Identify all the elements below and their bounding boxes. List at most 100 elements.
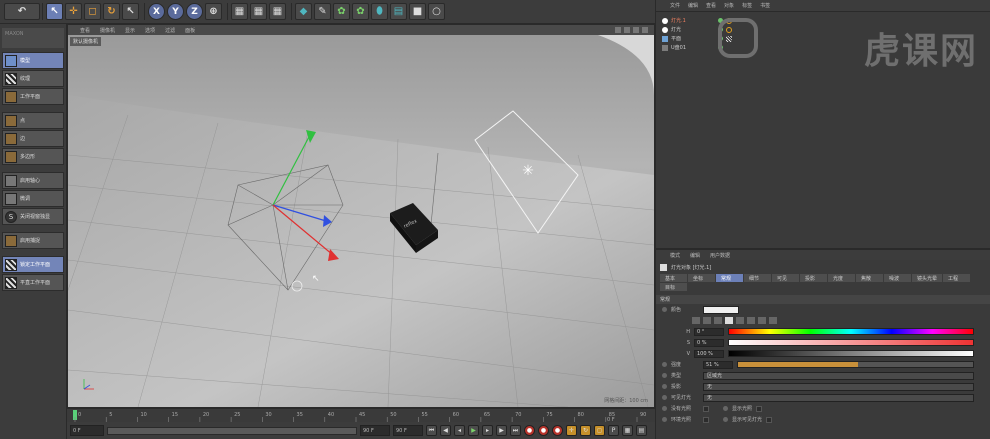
record-icon[interactable]: ● xyxy=(524,425,535,436)
tab-basic[interactable]: 基本 xyxy=(660,274,687,282)
type-dropdown[interactable]: 区域光 xyxy=(703,371,974,380)
animate-dot[interactable] xyxy=(662,307,667,312)
no-illumination-checkbox[interactable] xyxy=(703,405,709,412)
pla-key-icon[interactable]: ▦ xyxy=(622,425,633,436)
om-menu-objects[interactable]: 对象 xyxy=(724,2,734,9)
timeline-options-icon[interactable]: ▤ xyxy=(636,425,647,436)
viewport-menu-view[interactable]: 查看 xyxy=(80,27,90,34)
tab-shadow[interactable]: 投影 xyxy=(800,274,827,282)
viewport-menu-filter[interactable]: 过滤 xyxy=(165,27,175,34)
tweak-button[interactable]: 微调 xyxy=(2,190,64,207)
light-bulb-icon[interactable]: ○ xyxy=(428,3,445,20)
live-select-icon[interactable]: ↖ xyxy=(122,3,139,20)
undo-icon[interactable]: ↶ xyxy=(4,3,40,20)
value-slider[interactable] xyxy=(728,350,974,357)
om-menu-edit[interactable]: 编辑 xyxy=(688,2,698,9)
om-menu-file[interactable]: 文件 xyxy=(670,2,680,9)
om-menu-bookmarks[interactable]: 书签 xyxy=(760,2,770,9)
planar-workplane-button[interactable]: 平直工作平面 xyxy=(2,274,64,291)
animate-dot[interactable] xyxy=(723,417,728,422)
visible-light-dropdown[interactable]: 无 xyxy=(703,393,974,402)
pan-icon[interactable] xyxy=(615,27,621,33)
show-visible-light-checkbox[interactable] xyxy=(766,416,773,423)
om-menu-view[interactable]: 查看 xyxy=(706,2,716,9)
orbit-icon[interactable] xyxy=(633,27,639,33)
tab-caustics[interactable]: 焦散 xyxy=(856,274,883,282)
section-general[interactable]: 常规 xyxy=(656,295,990,304)
spectrum-icon[interactable] xyxy=(703,317,711,324)
tab-visibility[interactable]: 可见 xyxy=(772,274,799,282)
tab-coord[interactable]: 坐标 xyxy=(688,274,715,282)
param-key-icon[interactable]: P xyxy=(608,425,619,436)
viewport-menu-options[interactable]: 选项 xyxy=(145,27,155,34)
hue-slider[interactable] xyxy=(728,328,974,335)
rotate-tool-icon[interactable]: ↻ xyxy=(103,3,120,20)
am-menu-userdata[interactable]: 用户数据 xyxy=(710,252,730,259)
move-tool-icon[interactable]: ✛ xyxy=(65,3,82,20)
animate-dot[interactable] xyxy=(662,406,667,411)
animate-dot[interactable] xyxy=(662,373,667,378)
tab-noise[interactable]: 噪波 xyxy=(884,274,911,282)
mode-workplane-button[interactable]: 工作平面 xyxy=(2,88,64,105)
autokey-icon[interactable]: ● xyxy=(538,425,549,436)
color-wheel-icon[interactable] xyxy=(692,317,700,324)
cube-primitive-icon[interactable]: ◆ xyxy=(295,3,312,20)
shadow-dropdown[interactable]: 无 xyxy=(703,382,974,391)
show-illumination-checkbox[interactable] xyxy=(756,405,763,412)
mode-polygons-button[interactable]: 多边形 xyxy=(2,148,64,165)
kelvin-mode-icon[interactable] xyxy=(747,317,755,324)
mode-texture-button[interactable]: 纹理 xyxy=(2,70,64,87)
floor-icon[interactable]: ▤ xyxy=(390,3,407,20)
viewport-menu-display[interactable]: 显示 xyxy=(125,27,135,34)
animate-dot[interactable] xyxy=(662,384,667,389)
enable-snap-button[interactable]: 启用捕捉 xyxy=(2,232,64,249)
hue-input[interactable]: 0 ° xyxy=(694,327,724,336)
animate-dot[interactable] xyxy=(662,395,667,400)
zoom-icon[interactable] xyxy=(624,27,630,33)
3d-viewport[interactable]: 查看 摄像机 显示 选项 过滤 面板 默认摄像机 ✳ reflex ↖ 网格间距… xyxy=(67,24,655,408)
om-menu-tags[interactable]: 标签 xyxy=(742,2,752,9)
select-tool-icon[interactable]: ↖ xyxy=(46,3,63,20)
keyframe-selection-icon[interactable]: ● xyxy=(552,425,563,436)
tab-details[interactable]: 细节 xyxy=(744,274,771,282)
saturation-slider[interactable] xyxy=(728,339,974,346)
tab-project[interactable]: 工程 xyxy=(943,274,971,282)
render-view-icon[interactable]: ▦ xyxy=(231,3,248,20)
y-axis-lock-button[interactable]: Y xyxy=(167,3,184,20)
render-settings-icon[interactable]: ▦ xyxy=(269,3,286,20)
start-frame-field[interactable]: 0 F xyxy=(70,425,104,436)
end-frame-field[interactable]: 90 F xyxy=(360,425,390,436)
enable-axis-button[interactable]: 启用轴心 xyxy=(2,172,64,189)
animate-dot[interactable] xyxy=(723,406,728,411)
cloner-icon[interactable]: ✿ xyxy=(352,3,369,20)
strength-input[interactable]: 51 % xyxy=(703,360,733,369)
timeline-ruler[interactable]: 0 5 10 15 20 25 30 35 40 45 50 55 60 65 70 75 80 85 90 0 F xyxy=(67,408,655,423)
value-input[interactable]: 100 % xyxy=(694,349,724,358)
render-picture-viewer-icon[interactable]: ▦ xyxy=(250,3,267,20)
lock-workplane-button[interactable]: 锁定工作平面 xyxy=(2,256,64,273)
mode-points-button[interactable]: 点 xyxy=(2,112,64,129)
next-key-icon[interactable]: ▶ xyxy=(496,425,507,436)
play-icon[interactable]: ▶ xyxy=(468,425,479,436)
animate-dot[interactable] xyxy=(662,362,667,367)
scale-tool-icon[interactable]: ◻ xyxy=(84,3,101,20)
prev-key-icon[interactable]: ◀ xyxy=(440,425,451,436)
mixer-icon[interactable] xyxy=(758,317,766,324)
strength-slider[interactable] xyxy=(737,361,974,368)
eyedropper-icon[interactable] xyxy=(769,317,777,324)
subdivision-icon[interactable]: ✿ xyxy=(333,3,350,20)
mode-model-button[interactable]: 模型 xyxy=(2,52,64,69)
tab-target[interactable]: 目标 xyxy=(660,283,687,291)
scale-key-icon[interactable]: ◻ xyxy=(594,425,605,436)
viewport-solo-button[interactable]: S 关闭视窗独显 xyxy=(2,208,64,225)
am-menu-edit[interactable]: 编辑 xyxy=(690,252,700,259)
image-picker-icon[interactable] xyxy=(714,317,722,324)
go-start-icon[interactable]: ⏮ xyxy=(426,425,437,436)
tab-lens-flare[interactable]: 镜头光晕 xyxy=(912,274,943,282)
prev-frame-icon[interactable]: ◂ xyxy=(454,425,465,436)
camera-icon[interactable]: ■ xyxy=(409,3,426,20)
pen-spline-icon[interactable]: ✎ xyxy=(314,3,331,20)
animate-dot[interactable] xyxy=(662,417,667,422)
viewport-menu-cameras[interactable]: 摄像机 xyxy=(100,27,115,34)
color-swatch[interactable] xyxy=(703,305,739,314)
